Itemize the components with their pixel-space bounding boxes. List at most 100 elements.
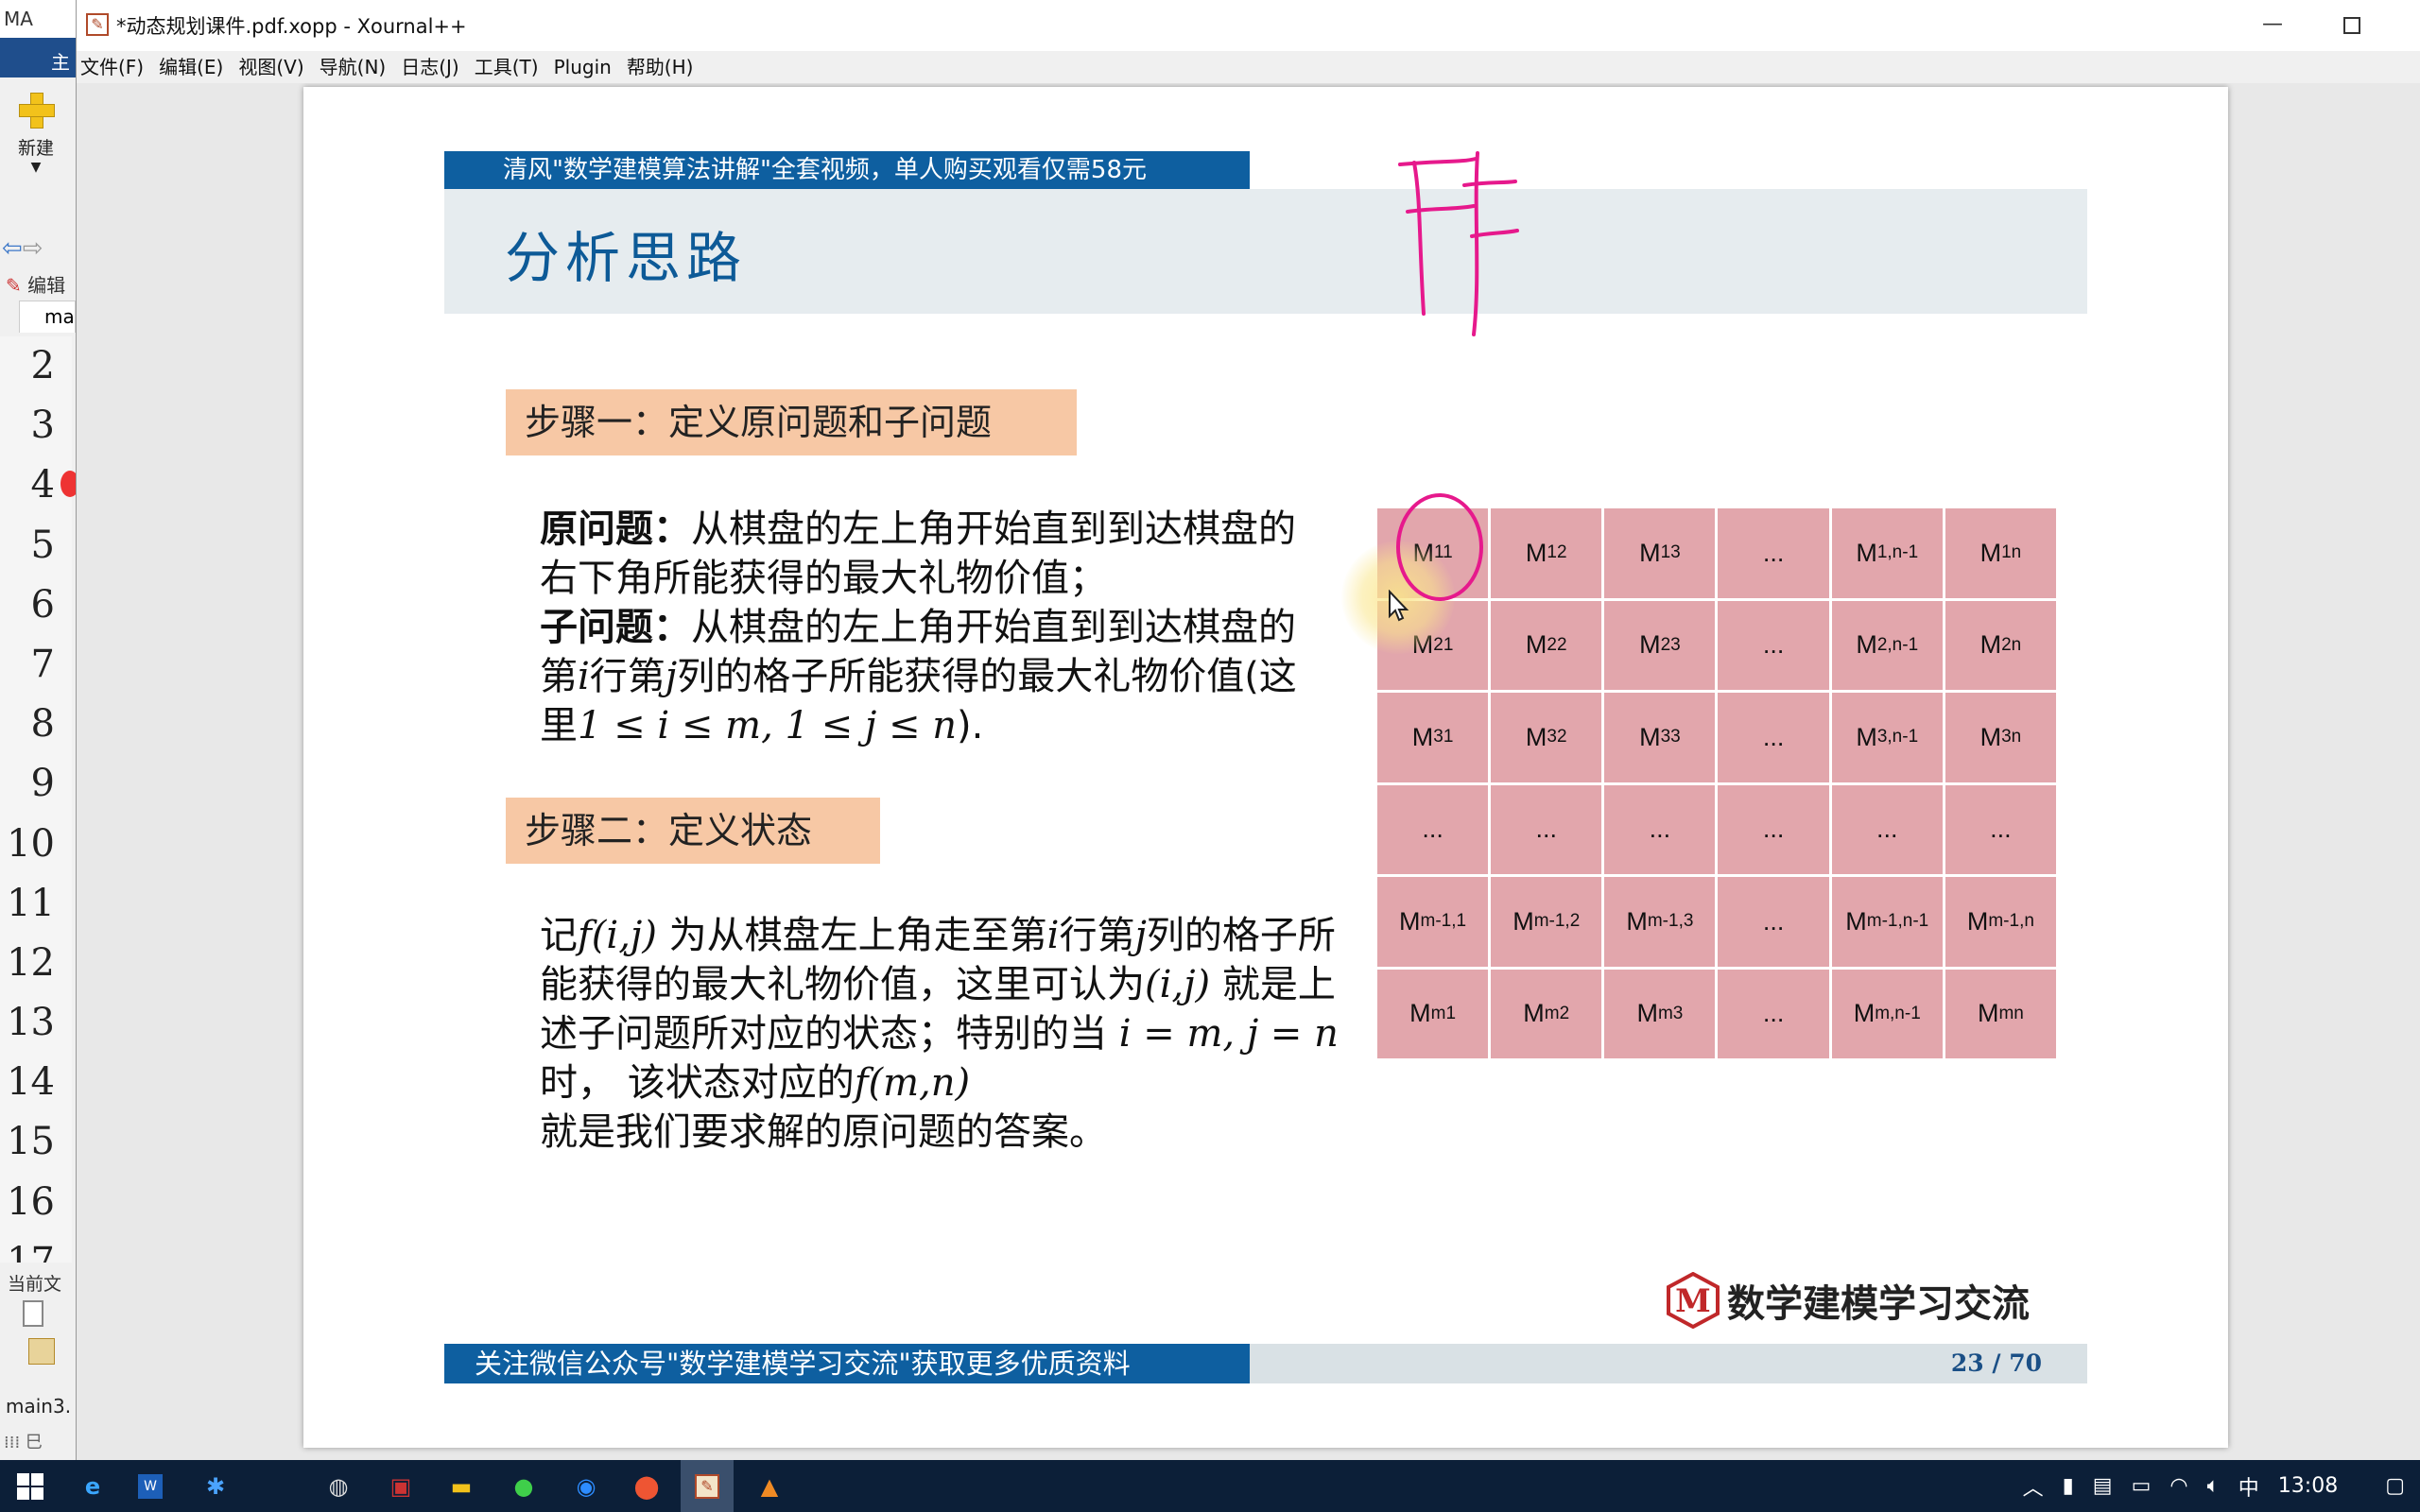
file-icon[interactable] (23, 1300, 43, 1327)
matrix-cell-symbol: ... (1762, 906, 1785, 936)
matrix-cell-index: 32 (1547, 727, 1567, 747)
matrix-cell-symbol: M (1409, 999, 1431, 1028)
notification-icon[interactable]: ▢ (2385, 1474, 2405, 1498)
matrix-cell: M 13 (1604, 508, 1716, 598)
state-text: 行第 (1059, 914, 1135, 957)
var-j: j (1134, 914, 1147, 957)
maximize-button[interactable] (2333, 8, 2371, 42)
word-icon[interactable]: W (138, 1474, 163, 1499)
matrix-cell-symbol: M (1411, 722, 1434, 751)
menu-view[interactable]: 视图(V) (236, 51, 311, 83)
line-number: 14 (7, 1060, 55, 1105)
final-condition: i = m, j = n (1118, 1012, 1339, 1056)
matrix-cell-index: m-1,1 (1420, 911, 1467, 932)
matrix-cell-symbol: M (1399, 906, 1421, 936)
matrix-cell: Mm-1,n-1 (1831, 877, 1943, 967)
ink-stroke-glyph (1398, 157, 1478, 166)
matrix-cell-index: 1n (2001, 542, 2022, 563)
back-arrow-icon[interactable]: ⇦ (2, 234, 23, 263)
app-icon[interactable]: ✱ (199, 1469, 233, 1503)
matrix-cell: M 12 (1491, 508, 1602, 598)
tray-app-icon[interactable]: ▤ (2093, 1474, 2113, 1498)
matrix-cell: M 23 (1604, 600, 1716, 690)
background-app-home-tab[interactable]: 主 (0, 38, 76, 77)
matrix-cell-index: 1,n-1 (1876, 542, 1919, 563)
menu-edit[interactable]: 编辑(E) (157, 51, 231, 83)
line-number: 3 (30, 404, 55, 448)
new-button[interactable]: 新建 ▼ (8, 91, 64, 175)
matrix-cell: M 1,n-1 (1831, 508, 1943, 598)
file-name-fragment[interactable]: main3. (6, 1395, 71, 1418)
matrix-cell: M 2n (1945, 600, 2056, 690)
f-mn: f(m,n) (854, 1061, 971, 1105)
matrix-cell: ... (1718, 969, 1829, 1058)
terminal-icon[interactable]: ◍ (321, 1469, 355, 1503)
matrix-cell-symbol: M (1856, 538, 1877, 567)
index-constraint: 1 ≤ i ≤ m, 1 ≤ j ≤ n (578, 704, 957, 747)
line-number: 8 (30, 702, 55, 747)
menu-journal[interactable]: 日志(J) (399, 51, 467, 83)
ime-indicator[interactable]: 中 (2238, 1471, 2259, 1502)
matrix-cell-symbol: ... (1990, 815, 2012, 844)
mouse-cursor-icon (1389, 590, 1409, 622)
promo-banner: 清风"数学建模算法讲解"全套视频，单人购买观看仅需58元 (444, 151, 1250, 189)
minimize-button[interactable]: — (2254, 8, 2291, 42)
matrix-cell-index: m3 (1657, 1003, 1684, 1023)
edge-icon[interactable]: e (76, 1469, 110, 1503)
matrix-cell: Mm1 (1377, 969, 1489, 1058)
matrix-cell-index: m,n-1 (1875, 1003, 1921, 1023)
line-number: 5 (30, 523, 55, 567)
matrix-cell: ... (1491, 784, 1602, 874)
record-icon[interactable]: ⬤ (630, 1469, 664, 1503)
explorer-icon[interactable]: ▬ (444, 1469, 478, 1503)
menu-plugin[interactable]: Plugin (552, 51, 619, 83)
original-problem-label: 原问题： (540, 507, 691, 551)
script-file-icon[interactable] (28, 1338, 55, 1365)
forward-arrow-icon[interactable]: ⇨ (23, 234, 43, 263)
clock[interactable]: 13:08 (2278, 1474, 2338, 1498)
editor-file-tab[interactable]: ma (19, 301, 76, 333)
matrix-cell: ... (1945, 784, 2056, 874)
matrix-cell-index: m-1,2 (1533, 911, 1581, 932)
matrix-cell-index: 12 (1547, 542, 1567, 563)
usb-icon[interactable]: ▮ (2063, 1474, 2074, 1498)
page-number: 23 / 70 (1950, 1349, 2042, 1377)
logo-hexagon-icon: M (1667, 1272, 1720, 1329)
var-i: i (578, 655, 590, 698)
menu-tools[interactable]: 工具(T) (473, 51, 546, 83)
footer-banner: 关注微信公众号"数学建模学习交流"获取更多优质资料 (444, 1344, 1250, 1383)
line-number: 10 (7, 821, 55, 866)
matrix-cell: M 3,n-1 (1831, 693, 1943, 782)
wechat-icon[interactable]: ● (507, 1469, 541, 1503)
new-label: 新建 (17, 138, 54, 159)
battery-icon[interactable]: ▭ (2132, 1474, 2152, 1498)
tray-chevron-up-icon[interactable]: ︿ (2023, 1471, 2044, 1502)
line-number: 12 (7, 940, 55, 985)
editor-line-numbers: 2 3 4 5 6 7 8 9 10 11 12 13 14 15 16 17 (0, 336, 72, 1263)
back-forward-nav[interactable]: ⇦⇨ (2, 234, 43, 263)
matrix-cell-index: m-1,n-1 (1866, 911, 1929, 932)
matrix-cell: M 2,n-1 (1831, 600, 1943, 690)
line-number: 17 (7, 1239, 55, 1263)
matrix-cell-symbol: ... (1762, 630, 1785, 660)
volume-icon[interactable]: 🔈︎ (2207, 1474, 2220, 1498)
menu-file[interactable]: 文件(F) (78, 51, 151, 83)
xournal-icon[interactable]: ✎ (681, 1460, 734, 1512)
matrix-cell-symbol: M (1856, 630, 1877, 660)
media-icon[interactable]: ▣ (384, 1469, 418, 1503)
menu-help[interactable]: 帮助(H) (625, 51, 701, 83)
matrix-cell-symbol: ... (1649, 815, 1671, 844)
matrix-cell: M 3n (1945, 693, 2056, 782)
slide-page[interactable]: 清风"数学建模算法讲解"全套视频，单人购买观看仅需58元 分析思路 步骤一：定义… (303, 87, 2228, 1448)
document-canvas[interactable]: 清风"数学建模算法讲解"全套视频，单人购买观看仅需58元 分析思路 步骤一：定义… (77, 83, 2420, 1460)
windows-start-icon[interactable] (13, 1469, 47, 1503)
subproblem-text: ). (957, 704, 984, 747)
menu-navigation[interactable]: 导航(N) (318, 51, 394, 83)
matrix-cell: ... (1718, 600, 1829, 690)
wifi-icon[interactable]: ◠ (2169, 1474, 2187, 1498)
logo-letter: M (1675, 1282, 1711, 1320)
state-definition-text: 记f(i,j) 为从棋盘左上角走至第i行第j列的格子所能获得的最大礼物价值，这里… (540, 911, 1353, 1157)
system-tray: ︿ ▮ ▤ ▭ ◠ 🔈︎ 中 13:08 ▢ (2014, 1460, 2420, 1512)
chrome-icon[interactable]: ◉ (569, 1469, 603, 1503)
matlab-icon[interactable]: ▲ (752, 1469, 786, 1503)
